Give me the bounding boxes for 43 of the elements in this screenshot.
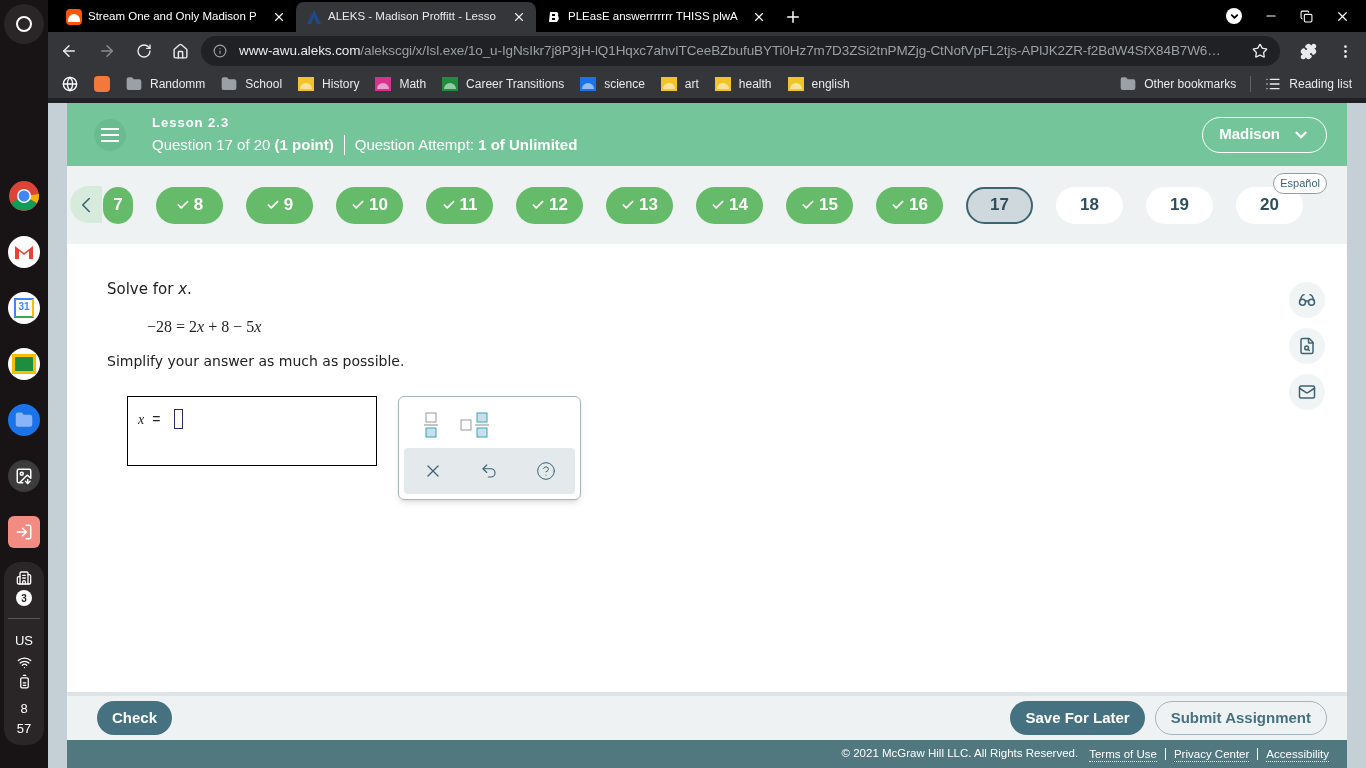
variable-label: x [138, 410, 145, 429]
problem-prompt: Solve for x. [107, 279, 193, 300]
language-button[interactable]: Español [1273, 173, 1327, 194]
lesson-label: Lesson 2.3 [152, 113, 231, 132]
instruction: Simplify your answer as much as possible. [107, 351, 406, 371]
clock-minute: 57 [16, 720, 32, 737]
footer-link[interactable]: Accessibility [1266, 746, 1329, 762]
url-text: www-awu.aleks.com/alekscgi/x/Isl.exe/1o_u-IgNsIkr7j8P3jH-lQ1Hqxc7ahvITCeeBZbufuBYTi0Hz7m7D3ZSi2tnPMZjg-CtNofVpFL2tjs-APlJK2ZR-f2BdW4SfX84B7W6… [239, 41, 1222, 60]
answer-field[interactable]: x = [127, 395, 377, 466]
browser-tab[interactable]: ALEKS - Madison Proffitt - Lesso [296, 2, 536, 32]
question-button[interactable]: 17 [966, 186, 1033, 224]
bookmark-item[interactable]: health [708, 72, 778, 96]
clock-hour: 8 [20, 700, 28, 717]
question-number: Question 17 of 20 (1 point) [152, 135, 334, 155]
bookmark-item[interactable]: History [292, 72, 366, 96]
calendar-icon[interactable]: 31 [8, 292, 40, 324]
footer-link[interactable]: Privacy Center [1173, 746, 1250, 762]
question-button[interactable]: 19 [1146, 186, 1213, 224]
equation: −28 = 2x + 8 − 5x [147, 316, 263, 337]
keyboard-layout: US [14, 632, 34, 650]
status-tray[interactable]: 3 US 8 57 [4, 562, 44, 745]
bookmark-item[interactable]: Other bookmarks [1114, 72, 1243, 96]
bookmark-item[interactable]: science [574, 72, 651, 96]
attempt-label: Question Attempt: 1 of Unlimited [354, 135, 578, 155]
bookmark-item[interactable]: Randomm [120, 72, 212, 96]
footer-link[interactable]: Terms of Use [1089, 746, 1157, 762]
copyright-text: © 2021 McGraw Hill LLC. All Rights Reserved. [841, 746, 1079, 762]
tab-title: PLEasE answerrrrrrr THISS plwA [568, 9, 739, 25]
bookmark-item[interactable]: School [215, 72, 289, 96]
bookmark-item[interactable]: Career Transitions [436, 72, 571, 96]
question-button[interactable]: 18 [1056, 186, 1123, 224]
address-bar[interactable]: www-awu.aleks.com/alekscgi/x/Isl.exe/1o_u-IgNsIkr7j8P3jH-lQ1Hqxc7ahvITCeeBZbufuBYTi0Hz7m7D3ZSi2tnPMZjg-CtNofVpFL2tjs-APlJK2ZR-f2BdW4SfX84B7W6… [201, 36, 1280, 66]
bookmark-item[interactable]: Math [369, 72, 433, 96]
notification-count: 3 [16, 590, 32, 606]
tab-title: Stream One and Only Madison P [88, 9, 258, 25]
bookmark-item[interactable]: english [781, 72, 856, 96]
bookmark-item[interactable]: art [654, 72, 705, 96]
check-button[interactable]: Check [97, 701, 173, 735]
equals-sign: = [152, 409, 161, 429]
reading-list-button[interactable]: Reading list [1259, 75, 1358, 93]
tab-title: ALEKS - Madison Proffitt - Lesso [328, 9, 497, 25]
submit-assignment-button[interactable]: Submit Assignment [1154, 701, 1327, 735]
save-for-later-button[interactable]: Save For Later [1010, 701, 1145, 735]
